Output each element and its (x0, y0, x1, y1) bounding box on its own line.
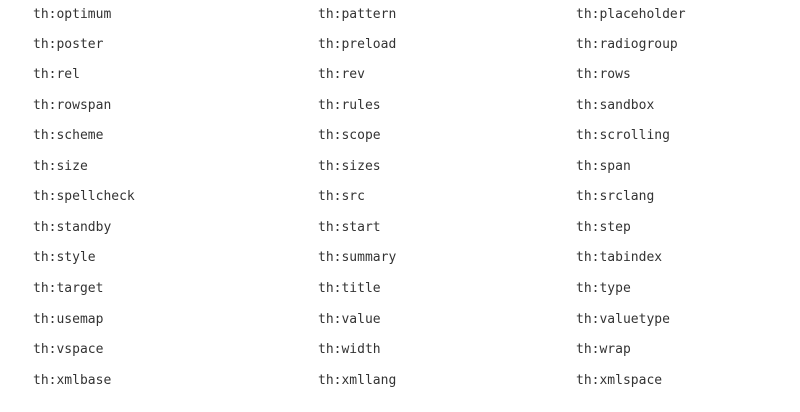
attribute-name: th:sandbox (576, 98, 655, 113)
table-row: th:optimum th:pattern th:placeholder (0, 0, 800, 30)
attribute-name: th:xmllang (318, 373, 397, 388)
attribute-name: th:rules (318, 98, 381, 113)
attribute-name: th:vspace (33, 342, 104, 357)
attribute-name: th:poster (33, 37, 104, 52)
attribute-name: th:target (33, 281, 104, 296)
attribute-name: th:pattern (318, 7, 397, 22)
table-row: th:spellcheck th:src th:srclang (0, 182, 800, 212)
attribute-name: th:scrolling (576, 128, 670, 143)
attribute-name: th:width (318, 342, 381, 357)
attribute-name: th:rowspan (33, 98, 112, 113)
table-row: th:poster th:preload th:radiogroup (0, 30, 800, 60)
attribute-name: th:step (576, 220, 631, 235)
table-row: th:target th:title th:type (0, 274, 800, 304)
table-row: th:rowspan th:rules th:sandbox (0, 91, 800, 121)
attribute-name: th:optimum (33, 7, 112, 22)
attribute-name: th:size (33, 159, 88, 174)
table-row: th:usemap th:value th:valuetype (0, 305, 800, 335)
attribute-name: th:standby (33, 220, 112, 235)
table-row: th:size th:sizes th:span (0, 152, 800, 182)
attribute-name: th:value (318, 312, 381, 327)
table-row: th:style th:summary th:tabindex (0, 243, 800, 273)
attribute-name: th:valuetype (576, 312, 670, 327)
attribute-name: th:srclang (576, 189, 655, 204)
attribute-name: th:title (318, 281, 381, 296)
attribute-name: th:tabindex (576, 250, 663, 265)
attribute-name: th:rows (576, 67, 631, 82)
attribute-name: th:src (318, 189, 365, 204)
table-row: th:vspace th:width th:wrap (0, 335, 800, 365)
table-row: th:xmlbase th:xmllang th:xmlspace (0, 366, 800, 396)
attribute-name: th:placeholder (576, 7, 686, 22)
attribute-name: th:sizes (318, 159, 381, 174)
table-row: th:rel th:rev th:rows (0, 60, 800, 90)
attribute-name: th:wrap (576, 342, 631, 357)
table-row: th:standby th:start th:step (0, 213, 800, 243)
attribute-name: th:spellcheck (33, 189, 135, 204)
attribute-name: th:preload (318, 37, 397, 52)
attribute-name: th:summary (318, 250, 397, 265)
attribute-name: th:span (576, 159, 631, 174)
attribute-name: th:usemap (33, 312, 104, 327)
attribute-name: th:xmlbase (33, 373, 112, 388)
attribute-name: th:scope (318, 128, 381, 143)
attribute-name: th:type (576, 281, 631, 296)
attribute-name: th:scheme (33, 128, 104, 143)
attribute-name: th:rel (33, 67, 80, 82)
attribute-name: th:radiogroup (576, 37, 678, 52)
attribute-name: th:xmlspace (576, 373, 663, 388)
attribute-name: th:style (33, 250, 96, 265)
attribute-name: th:rev (318, 67, 365, 82)
table-row: th:scheme th:scope th:scrolling (0, 121, 800, 151)
attribute-table: th:optimum th:pattern th:placeholder th:… (0, 0, 800, 412)
attribute-name: th:start (318, 220, 381, 235)
